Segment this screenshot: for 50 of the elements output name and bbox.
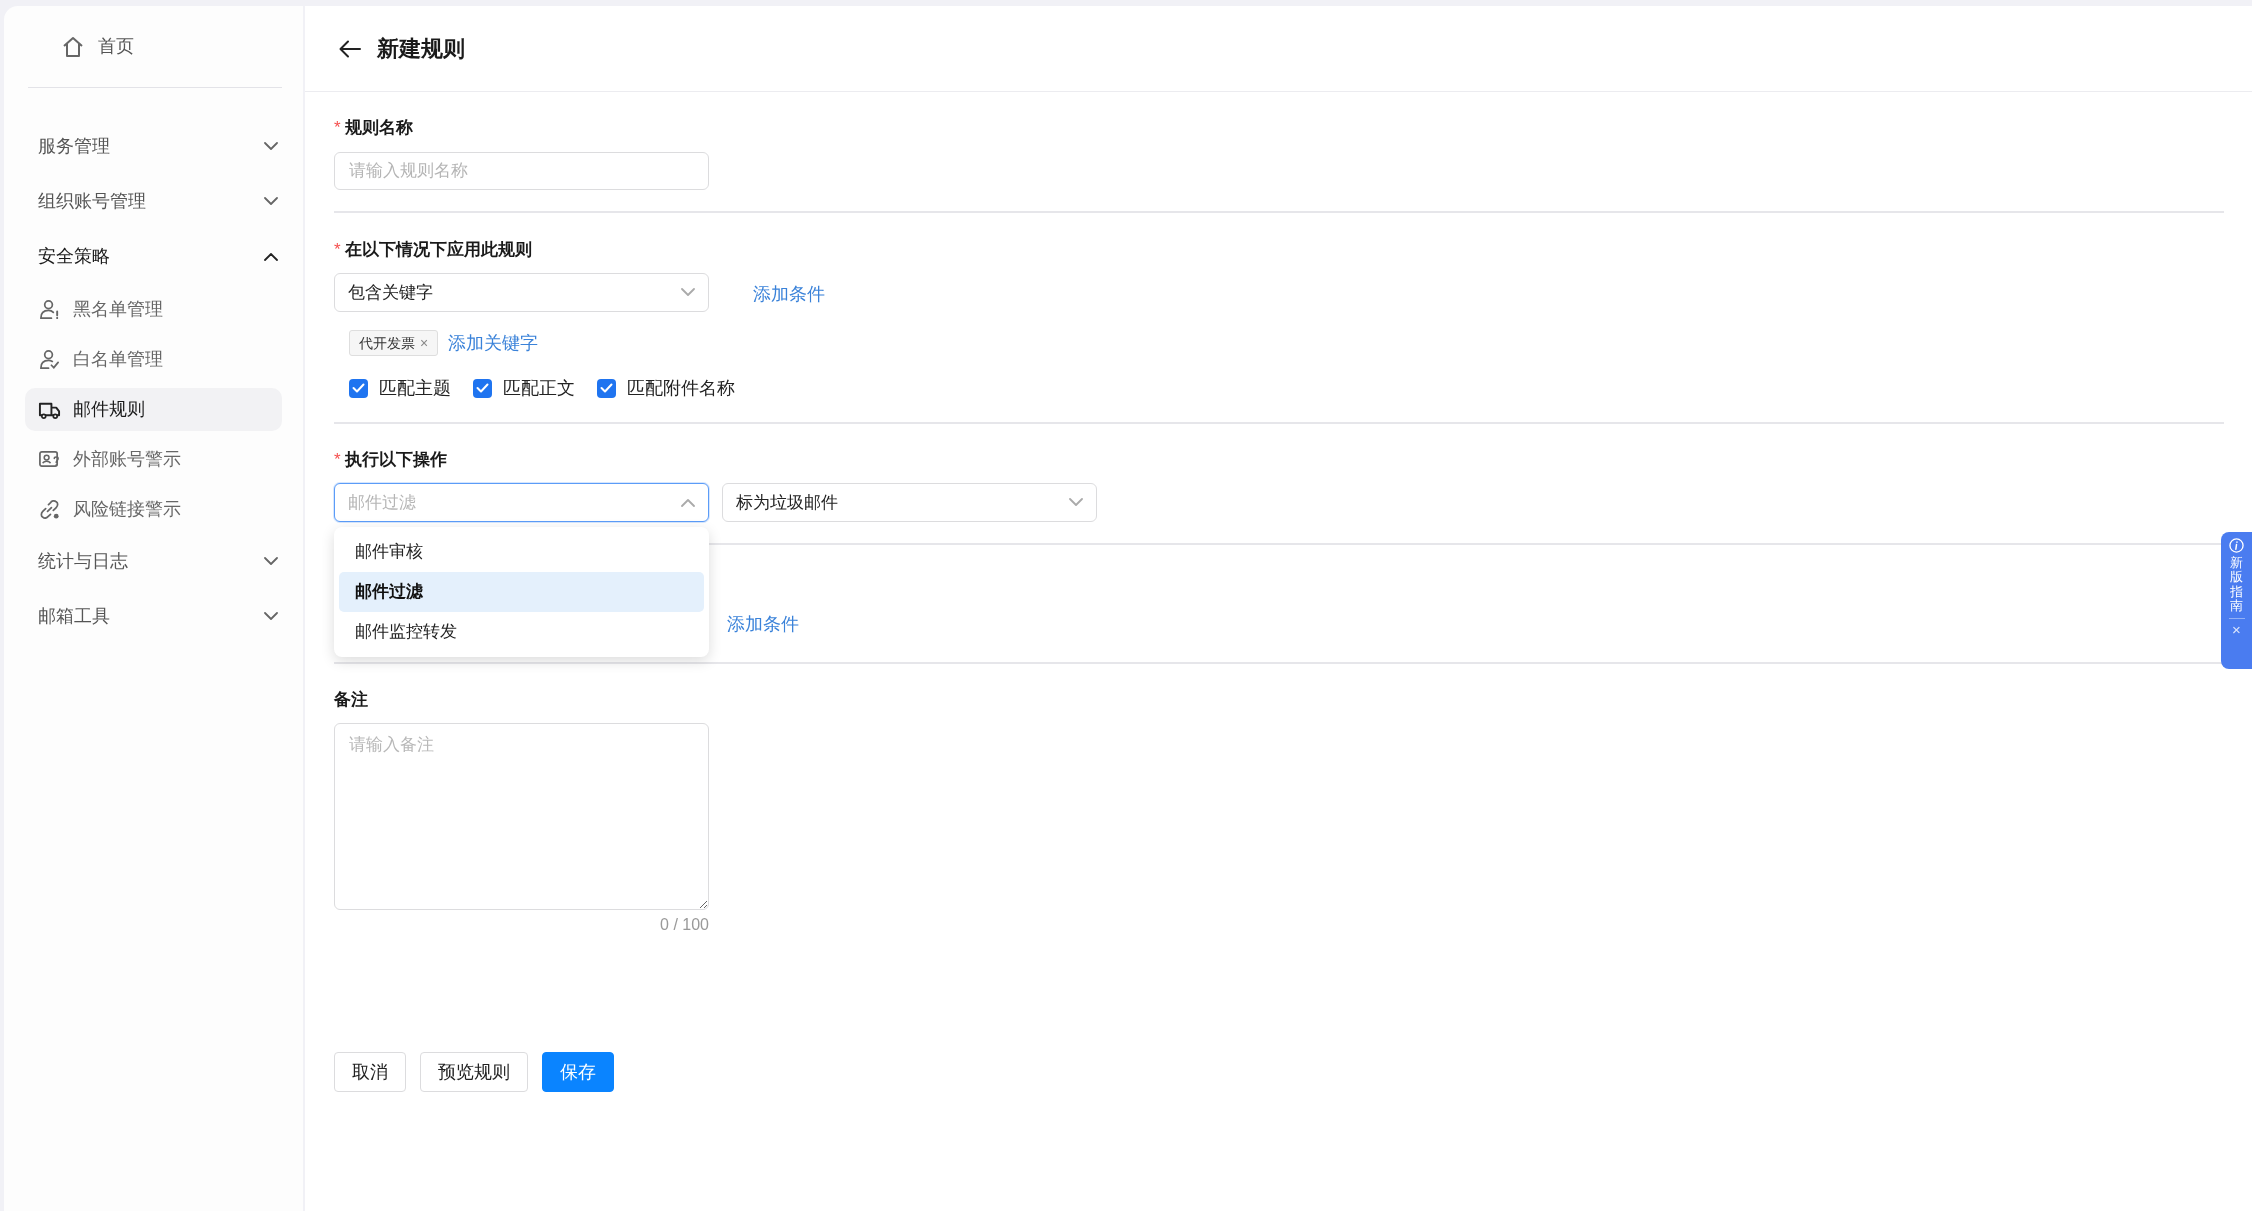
keyword-tag: 代开发票 × xyxy=(349,330,439,356)
checkbox[interactable] xyxy=(597,378,616,398)
menu-item[interactable]: 风险链接警示 xyxy=(25,487,282,531)
checkbox[interactable] xyxy=(473,378,492,398)
user-check-icon xyxy=(38,347,61,371)
field-label: 备注 xyxy=(334,689,368,712)
field-label: 在以下情况下应用此规则 xyxy=(344,239,532,262)
back-button[interactable] xyxy=(339,39,361,58)
checkbox-label: 匹配正文 xyxy=(503,376,575,400)
character-counter: 0 / 100 xyxy=(660,915,709,935)
rule-name-input[interactable]: 请输入规则名称 xyxy=(334,152,709,190)
checkbox[interactable] xyxy=(349,378,368,398)
guide-label: 新版指南 xyxy=(2230,556,2243,614)
add-keyword-link[interactable]: 添加关键字 xyxy=(448,329,539,357)
home-link[interactable]: 首页 xyxy=(98,33,134,60)
add-condition-link[interactable]: 添加条件 xyxy=(727,610,799,638)
back-arrow-icon xyxy=(339,39,361,58)
menu-item[interactable]: 邮件规则 xyxy=(25,387,282,431)
menu-group[interactable]: 邮箱工具 xyxy=(4,589,303,644)
menu-group[interactable]: 统计与日志 xyxy=(4,534,303,589)
page-title: 新建规则 xyxy=(377,35,465,63)
select-field[interactable]: 标为垃圾邮件 xyxy=(722,483,1097,522)
save-button[interactable]: 保存 xyxy=(542,1052,614,1092)
dropdown-option[interactable]: 邮件审核 xyxy=(339,532,704,572)
add-condition-link[interactable]: 添加条件 xyxy=(739,277,825,308)
form-button[interactable]: 取消 xyxy=(334,1052,406,1092)
menu-item[interactable]: 白名单管理 xyxy=(25,337,282,381)
menu-item[interactable]: 外部账号警示 xyxy=(25,437,282,481)
checkbox-label: 匹配附件名称 xyxy=(627,376,735,400)
home-icon xyxy=(61,34,85,59)
user-alert-icon xyxy=(38,297,61,321)
checkbox-label: 匹配主题 xyxy=(379,376,451,400)
info-icon xyxy=(2229,538,2244,553)
menu-group[interactable]: 服务管理 xyxy=(4,119,303,174)
link-icon xyxy=(38,497,61,521)
remarks-textarea[interactable]: 请输入备注 xyxy=(334,723,709,910)
menu-item[interactable]: 黑名单管理 xyxy=(25,287,282,331)
menu-group[interactable]: 安全策略 xyxy=(4,229,303,284)
chevron-up-icon xyxy=(264,252,278,261)
field-label: 执行以下操作 xyxy=(344,449,447,472)
required-marker: * xyxy=(334,449,341,472)
required-marker: * xyxy=(334,239,341,262)
dropdown-option[interactable]: 邮件过滤 xyxy=(339,572,704,612)
dropdown-option[interactable]: 邮件监控转发 xyxy=(339,612,704,652)
field-label: 规则名称 xyxy=(344,117,413,140)
menu-group[interactable]: 组织账号管理 xyxy=(4,174,303,229)
select-field[interactable]: 包含关键字 xyxy=(334,273,709,312)
guide-tab[interactable]: 新版指南 × xyxy=(2221,532,2252,669)
form-button[interactable]: 预览规则 xyxy=(420,1052,528,1092)
required-marker: * xyxy=(334,117,341,140)
